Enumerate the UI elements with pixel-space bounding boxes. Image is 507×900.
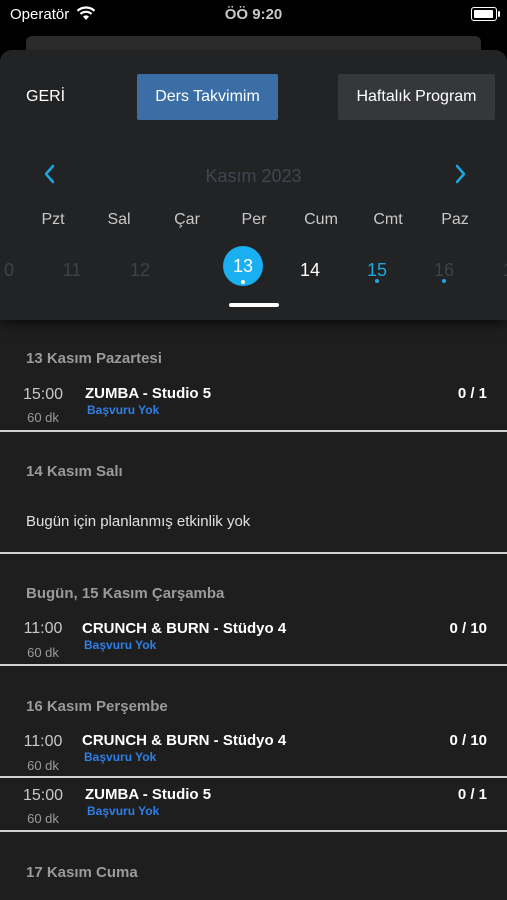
event-status: Başvuru Yok	[87, 804, 160, 818]
divider	[0, 830, 507, 832]
day-cell[interactable]: 1	[488, 255, 507, 285]
event-title: ZUMBA - Studio 5	[85, 786, 212, 803]
divider	[0, 664, 507, 666]
weekday-wed: Çar	[174, 211, 200, 228]
status-bar: Operatör ÖÖ 9:20	[0, 0, 507, 30]
event-dot	[442, 279, 446, 283]
battery-icon	[471, 7, 500, 21]
weekday-fri: Cum	[304, 211, 338, 228]
event-status: Başvuru Yok	[84, 750, 157, 764]
event-title: CRUNCH & BURN - Stüdyo 4	[82, 620, 287, 637]
section-title: 17 Kasım Cuma	[26, 864, 138, 881]
chevron-right-icon[interactable]	[450, 162, 470, 186]
event-capacity: 0 / 10	[449, 732, 487, 749]
event-duration: 60 dk	[27, 645, 59, 660]
event-duration: 60 dk	[27, 758, 59, 773]
month-title: Kasım 2023	[205, 166, 302, 186]
weekday-sun: Paz	[441, 211, 469, 228]
day-cell[interactable]: 0	[0, 255, 29, 285]
event-time: 15:00	[22, 787, 64, 804]
day-cell[interactable]: 11	[52, 255, 92, 285]
divider	[0, 430, 507, 432]
event-capacity: 0 / 10	[449, 620, 487, 637]
day-cell[interactable]: 12	[120, 255, 160, 285]
calendar-sheet: GERİ Ders Takvimim Haftalık Program Kası…	[0, 50, 507, 900]
section-title: 13 Kasım Pazartesi	[26, 350, 162, 367]
tab-weekly-program[interactable]: Haftalık Program	[338, 74, 495, 120]
section-title: Bugün, 15 Kasım Çarşamba	[26, 585, 225, 602]
back-button[interactable]: GERİ	[26, 88, 65, 106]
weekday-mon: Pzt	[41, 211, 65, 228]
section-title: 14 Kasım Salı	[26, 463, 123, 480]
event-time: 15:00	[22, 386, 64, 403]
event-title: CRUNCH & BURN - Stüdyo 4	[82, 732, 287, 749]
event-dot	[375, 279, 379, 283]
calendar-header: GERİ Ders Takvimim Haftalık Program Kası…	[0, 50, 507, 320]
event-status: Başvuru Yok	[84, 638, 157, 652]
event-time: 11:00	[23, 733, 63, 750]
empty-message: Bugün için planlanmış etkinlik yok	[26, 513, 251, 530]
weekday-sat: Cmt	[373, 211, 403, 228]
weekday-tue: Sal	[107, 211, 131, 228]
tab-my-classes[interactable]: Ders Takvimim	[137, 74, 278, 120]
event-capacity: 0 / 1	[457, 385, 487, 402]
drag-handle[interactable]	[229, 303, 279, 307]
event-capacity: 0 / 1	[457, 786, 487, 803]
section-title: 16 Kasım Perşembe	[26, 698, 168, 715]
day-cell[interactable]: 14	[290, 255, 330, 285]
divider	[0, 776, 507, 778]
event-duration: 60 dk	[27, 410, 59, 425]
event-time: 11:00	[23, 620, 63, 637]
event-duration: 60 dk	[27, 811, 59, 826]
event-status: Başvuru Yok	[87, 403, 160, 417]
divider	[0, 552, 507, 554]
event-title: ZUMBA - Studio 5	[85, 385, 212, 402]
event-dot	[241, 280, 245, 284]
clock: ÖÖ 9:20	[224, 6, 283, 23]
weekday-thu: Per	[241, 211, 267, 228]
